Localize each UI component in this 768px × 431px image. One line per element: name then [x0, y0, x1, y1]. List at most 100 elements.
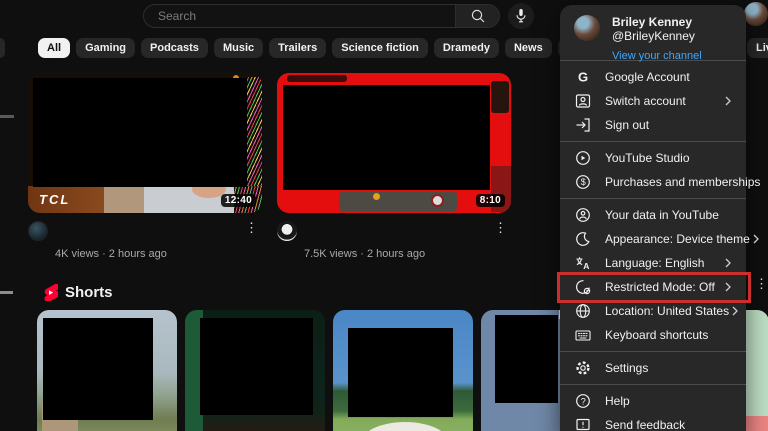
menu-item-youtube-studio[interactable]: YouTube Studio: [560, 146, 746, 170]
send-feedback-icon: [574, 416, 592, 431]
thumbnail-detail: [373, 193, 380, 200]
redaction-box: [283, 85, 490, 190]
menu-item-label: Appearance: Device theme: [605, 232, 750, 246]
menu-item-purchases[interactable]: $ Purchases and memberships: [560, 170, 746, 194]
left-edge-fragment: [0, 291, 13, 294]
menu-item-send-feedback[interactable]: Send feedback: [560, 413, 746, 431]
video-menu-kebab-icon[interactable]: ⋮: [490, 221, 511, 235]
search-input[interactable]: [144, 5, 455, 27]
shorts-section-header: Shorts: [43, 284, 113, 301]
chip-all[interactable]: All: [38, 38, 70, 58]
menu-item-label: Help: [605, 394, 630, 408]
voice-search-button[interactable]: [508, 3, 534, 29]
video-menu-kebab-icon[interactable]: ⋮: [241, 221, 262, 235]
menu-item-label: Purchases and memberships: [605, 175, 760, 189]
menu-item-help[interactable]: ? Help: [560, 389, 746, 413]
menu-item-label: Google Account: [605, 70, 690, 84]
menu-item-label: YouTube Studio: [605, 151, 690, 165]
chevron-right-icon: [722, 281, 734, 293]
shorts-logo-icon: [43, 284, 58, 301]
chevron-right-icon: [722, 95, 734, 107]
svg-text:G: G: [578, 70, 588, 85]
account-name: Briley Kenney: [612, 15, 702, 29]
video-thumbnail[interactable]: TCL 12:40: [28, 73, 262, 213]
location-globe-icon: [574, 302, 592, 320]
language-translate-icon: A: [574, 254, 592, 272]
redaction-box: [43, 318, 153, 420]
menu-item-label: Send feedback: [605, 418, 685, 431]
menu-item-keyboard-shortcuts[interactable]: Keyboard shortcuts: [560, 323, 746, 347]
thumbnail-detail: [491, 81, 509, 113]
menu-item-location[interactable]: Location: United States: [560, 299, 746, 323]
menu-item-label: Your data in YouTube: [605, 208, 719, 222]
chip-podcasts[interactable]: Podcasts: [141, 38, 208, 58]
settings-gear-icon: [574, 359, 592, 377]
menu-item-label: Keyboard shortcuts: [605, 328, 708, 342]
video-metadata: 4K views · 2 hours ago: [55, 248, 262, 260]
menu-item-label: Restricted Mode: Off: [605, 280, 715, 294]
menu-item-appearance[interactable]: Appearance: Device theme: [560, 227, 746, 251]
menu-item-your-data[interactable]: Your data in YouTube: [560, 203, 746, 227]
youtube-app: All Gaming Podcasts Music Trailers Scien…: [0, 0, 768, 431]
switch-account-icon: [574, 92, 592, 110]
chip-trailers[interactable]: Trailers: [269, 38, 326, 58]
svg-text:$: $: [581, 177, 586, 187]
menu-item-switch-account[interactable]: Switch account: [560, 89, 746, 113]
menu-item-language[interactable]: A Language: English: [560, 251, 746, 275]
account-avatar[interactable]: [744, 2, 768, 26]
purchases-dollar-icon: $: [574, 173, 592, 191]
svg-text:?: ?: [581, 396, 586, 406]
video-card[interactable]: 8:10 ⋮ 7.5K views · 2 hours ago: [277, 73, 511, 260]
redaction-box: [33, 78, 247, 187]
menu-item-label: Settings: [605, 361, 648, 375]
video-duration-badge: 8:10: [476, 194, 505, 207]
account-menu: Briley Kenney @BrileyKenney View your ch…: [560, 5, 746, 431]
kebab-menu-icon[interactable]: ⋮: [751, 277, 768, 291]
svg-text:A: A: [583, 261, 589, 271]
video-metadata: 7.5K views · 2 hours ago: [304, 248, 511, 260]
video-card[interactable]: TCL 12:40 ⋮ 4K views · 2 hours ago: [28, 73, 262, 260]
chip-row-left-fragment: [0, 38, 5, 58]
tcl-logo: TCL: [28, 186, 104, 213]
redaction-box: [348, 328, 453, 417]
chip-live-label[interactable]: Liv: [747, 38, 768, 58]
chevron-right-icon: [729, 305, 741, 317]
short-thumbnail[interactable]: [37, 310, 177, 431]
video-thumbnail[interactable]: 8:10: [277, 73, 511, 213]
appearance-moon-icon: [574, 230, 592, 248]
menu-item-restricted-mode[interactable]: Restricted Mode: Off: [560, 275, 746, 299]
google-g-icon: G: [574, 68, 592, 86]
chip-news[interactable]: News: [505, 38, 552, 58]
channel-avatar[interactable]: [277, 221, 297, 241]
view-your-channel-link[interactable]: View your channel: [612, 50, 702, 62]
chip-live-partial[interactable]: Liv: [747, 38, 768, 58]
sign-out-icon: [574, 116, 592, 134]
chip-dramedy[interactable]: Dramedy: [434, 38, 499, 58]
search-button[interactable]: [455, 5, 499, 27]
thumbnail-emblem: [431, 194, 444, 207]
menu-item-label: Sign out: [605, 118, 649, 132]
chip-gaming[interactable]: Gaming: [76, 38, 135, 58]
left-edge-fragment: [0, 115, 14, 118]
menu-item-sign-out[interactable]: Sign out: [560, 113, 746, 137]
account-menu-header: Briley Kenney @BrileyKenney View your ch…: [560, 5, 746, 60]
menu-item-label: Location: United States: [605, 304, 729, 318]
short-thumbnail[interactable]: [185, 310, 325, 431]
your-data-icon: [574, 206, 592, 224]
search-bar: [143, 4, 500, 28]
chevron-right-icon: [750, 233, 762, 245]
channel-avatar[interactable]: [28, 221, 48, 241]
menu-item-settings[interactable]: Settings: [560, 356, 746, 380]
keyboard-icon: [574, 326, 592, 344]
thumbnail-detail: [287, 75, 347, 82]
thumbnail-person: [361, 422, 449, 431]
menu-item-google-account[interactable]: G Google Account: [560, 65, 746, 89]
menu-item-label: Switch account: [605, 94, 686, 108]
restricted-mode-icon: [574, 278, 592, 296]
account-handle: @BrileyKenney: [612, 29, 702, 43]
chip-music[interactable]: Music: [214, 38, 263, 58]
short-thumbnail[interactable]: [333, 310, 473, 431]
thumbnail-laser-art: [246, 77, 262, 189]
help-icon: ?: [574, 392, 592, 410]
chip-science-fiction[interactable]: Science fiction: [332, 38, 428, 58]
